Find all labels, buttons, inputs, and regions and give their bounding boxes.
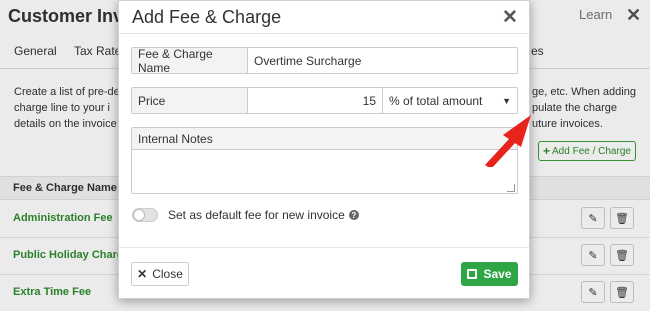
header-divider [119, 33, 529, 34]
internal-notes-label: Internal Notes [132, 128, 517, 150]
price-label: Price [132, 88, 248, 113]
internal-notes-textarea[interactable] [132, 150, 517, 193]
price-type-value: % of total amount [389, 93, 483, 108]
toggle-knob [133, 209, 145, 221]
red-arrow [485, 115, 531, 167]
save-button-label: Save [483, 267, 512, 281]
close-x-icon[interactable]: ✕ [502, 6, 518, 29]
chevron-down-icon: ▼ [502, 95, 511, 106]
close-icon: ✕ [137, 267, 148, 281]
fee-name-field: Fee & Charge Name Overtime Surcharge [131, 47, 518, 74]
save-icon [467, 269, 478, 279]
price-input[interactable]: 15 [248, 88, 383, 113]
fee-name-input[interactable]: Overtime Surcharge [248, 48, 517, 73]
footer-divider [119, 247, 529, 248]
resize-handle[interactable] [507, 184, 515, 192]
dialog-title: Add Fee & Charge [132, 7, 282, 27]
default-fee-toggle-row: Set as default fee for new invoice ? [132, 208, 359, 222]
default-fee-label: Set as default fee for new invoice [168, 208, 345, 222]
close-button[interactable]: ✕ Close [131, 262, 189, 286]
internal-notes-field: Internal Notes [131, 127, 518, 194]
close-button-label: Close [152, 267, 183, 281]
save-button[interactable]: Save [461, 262, 518, 286]
help-icon[interactable]: ? [348, 210, 359, 220]
default-fee-toggle[interactable] [132, 208, 158, 222]
fee-name-label: Fee & Charge Name [132, 48, 248, 73]
price-field: Price 15 % of total amount ▼ [131, 87, 518, 114]
add-fee-charge-dialog: Add Fee & Charge ✕ Fee & Charge Name Ove… [118, 0, 531, 299]
